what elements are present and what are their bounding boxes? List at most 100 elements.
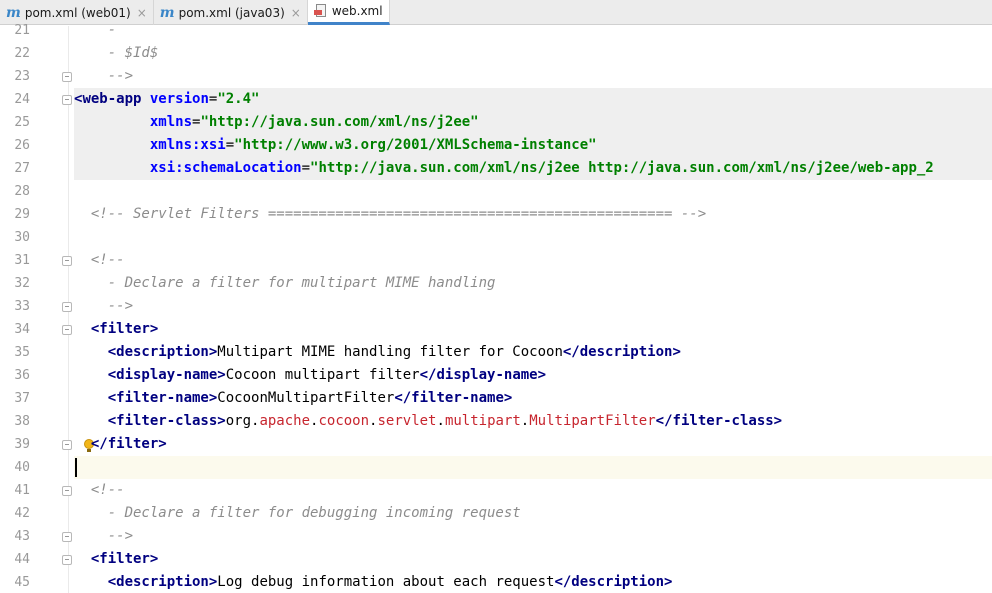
code-line[interactable]: 30 bbox=[0, 226, 992, 249]
line-number: 25 bbox=[14, 115, 30, 130]
code-text: - $Id$ bbox=[74, 42, 159, 65]
code-line[interactable]: 25 xmlns="http://java.sun.com/xml/ns/j2e… bbox=[0, 111, 992, 134]
code-line[interactable]: 31 <!-- bbox=[0, 249, 992, 272]
code-token: <filter> bbox=[90, 551, 159, 567]
xml-file-icon bbox=[313, 4, 328, 18]
line-number: 31 bbox=[14, 253, 30, 268]
code-line[interactable]: 43 --> bbox=[0, 525, 992, 548]
code-editor[interactable]: 21 -22 - $Id$ 23 --> 24 <web-app version="2… bbox=[0, 22, 992, 593]
line-number: 44 bbox=[14, 552, 30, 567]
code-line[interactable]: 39 </filter> bbox=[0, 433, 992, 456]
code-line[interactable]: 34 <filter> bbox=[0, 318, 992, 341]
code-text: <description>Log debug information about… bbox=[74, 571, 673, 593]
code-line[interactable]: 22 - $Id$ bbox=[0, 42, 992, 65]
code-line[interactable]: 40 bbox=[0, 456, 992, 479]
code-line[interactable]: 45 <description>Log debug information ab… bbox=[0, 571, 992, 593]
close-icon[interactable]: × bbox=[291, 6, 301, 20]
fold-toggle-icon[interactable] bbox=[62, 325, 72, 335]
code-text: </filter> bbox=[74, 433, 167, 456]
code-line[interactable]: 26 xmlns:xsi="http://www.w3.org/2001/XML… bbox=[0, 134, 992, 157]
code-line[interactable]: 23 --> bbox=[0, 65, 992, 88]
line-number: 32 bbox=[14, 276, 30, 291]
code-token: --> bbox=[74, 298, 134, 314]
code-line[interactable]: 37 <filter-name>CocoonMultipartFilter</f… bbox=[0, 387, 992, 410]
code-token: - Declare a filter for multipart MIME ha… bbox=[74, 275, 496, 291]
code-line[interactable]: 35 <description>Multipart MIME handling … bbox=[0, 341, 992, 364]
code-text: <web-app version="2.4" bbox=[74, 88, 259, 111]
fold-toggle-icon[interactable] bbox=[62, 302, 72, 312]
code-text: --> bbox=[74, 295, 133, 318]
code-line[interactable]: 44 <filter> bbox=[0, 548, 992, 571]
code-line[interactable]: 41 <!-- bbox=[0, 479, 992, 502]
code-line[interactable]: 42 - Declare a filter for debugging inco… bbox=[0, 502, 992, 525]
line-number: 33 bbox=[14, 299, 30, 314]
fold-toggle-icon[interactable] bbox=[62, 72, 72, 82]
code-text: <filter-name>CocoonMultipartFilter</filt… bbox=[74, 387, 513, 410]
code-token: <filter-name> bbox=[107, 390, 218, 406]
code-token: Cocoon multipart filter bbox=[225, 367, 420, 383]
code-token: CocoonMultipartFilter bbox=[217, 390, 395, 406]
code-token: servlet bbox=[377, 413, 437, 429]
code-token: Log debug information about each request bbox=[217, 574, 555, 590]
line-number: 28 bbox=[14, 184, 30, 199]
code-text: <filter> bbox=[74, 548, 158, 571]
line-number: 34 bbox=[14, 322, 30, 337]
code-token: = bbox=[301, 160, 311, 176]
code-token: </filter-class> bbox=[655, 413, 783, 429]
fold-toggle-icon[interactable] bbox=[62, 486, 72, 496]
code-line[interactable]: 28 bbox=[0, 180, 992, 203]
line-number: 41 bbox=[14, 483, 30, 498]
code-line[interactable]: 21 - bbox=[0, 19, 992, 42]
line-number: 40 bbox=[14, 460, 30, 475]
line-number: 26 bbox=[14, 138, 30, 153]
code-token: org. bbox=[225, 413, 260, 429]
line-number: 24 bbox=[14, 92, 30, 107]
code-text: - Declare a filter for debugging incomin… bbox=[74, 502, 521, 525]
line-number: 38 bbox=[14, 414, 30, 429]
code-token: --> bbox=[74, 528, 134, 544]
code-token: apache bbox=[259, 413, 311, 429]
fold-toggle-icon[interactable] bbox=[62, 532, 72, 542]
line-number: 45 bbox=[14, 575, 30, 590]
code-token: --> bbox=[74, 68, 134, 84]
code-token: - bbox=[74, 22, 117, 38]
text-caret bbox=[75, 458, 77, 477]
code-token: xsi:schemaLocation bbox=[74, 160, 302, 176]
tab-label: web.xml bbox=[331, 4, 383, 18]
code-text: --> bbox=[74, 525, 133, 548]
fold-toggle-icon[interactable] bbox=[62, 555, 72, 565]
code-token: "http://www.w3.org/2001/XMLSchema-instan… bbox=[234, 137, 597, 153]
code-line[interactable]: 29 <!-- Servlet Filters ================… bbox=[0, 203, 992, 226]
code-token: </description> bbox=[554, 574, 673, 590]
code-line[interactable]: 24 <web-app version="2.4" bbox=[0, 88, 992, 111]
code-line[interactable]: 32 - Declare a filter for multipart MIME… bbox=[0, 272, 992, 295]
line-number: 43 bbox=[14, 529, 30, 544]
code-token: - $Id$ bbox=[74, 45, 159, 61]
code-text: <display-name>Cocoon multipart filter</d… bbox=[74, 364, 546, 387]
code-token: = bbox=[225, 137, 235, 153]
fold-toggle-icon[interactable] bbox=[62, 440, 72, 450]
fold-toggle-icon[interactable] bbox=[62, 256, 72, 266]
code-token: . bbox=[520, 413, 530, 429]
fold-toggle-icon[interactable] bbox=[62, 95, 72, 105]
close-icon[interactable]: × bbox=[137, 6, 147, 20]
code-token: <filter-class> bbox=[107, 413, 226, 429]
code-line[interactable]: 33 --> bbox=[0, 295, 992, 318]
line-number: 42 bbox=[14, 506, 30, 521]
code-token: cocoon bbox=[318, 413, 370, 429]
code-token: Multipart MIME handling filter for Cocoo… bbox=[217, 344, 563, 360]
code-line[interactable]: 36 <display-name>Cocoon multipart filter… bbox=[0, 364, 992, 387]
code-token: "http://java.sun.com/xml/ns/j2ee http://… bbox=[310, 160, 934, 176]
code-text: <!-- bbox=[74, 479, 125, 502]
code-line[interactable]: 27 xsi:schemaLocation="http://java.sun.c… bbox=[0, 157, 992, 180]
code-line[interactable]: 38 <filter-class>org.apache.cocoon.servl… bbox=[0, 410, 992, 433]
code-token: xmlns:xsi bbox=[74, 137, 226, 153]
